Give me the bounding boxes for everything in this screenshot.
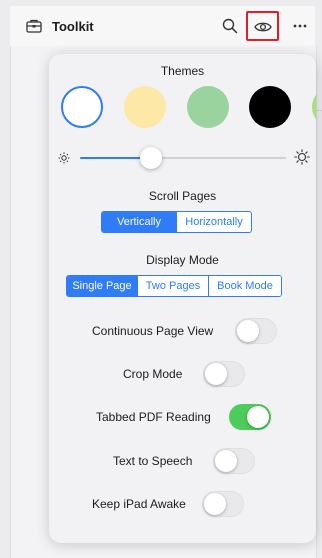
toolbar: Toolkit	[10, 6, 315, 47]
toolkit-label[interactable]: Toolkit	[52, 19, 94, 34]
crop-mode-row: Crop Mode	[49, 359, 316, 389]
brightness-slider-thumb[interactable]	[140, 147, 162, 169]
theme-lime-swatch[interactable]	[312, 86, 316, 128]
more-icon[interactable]	[292, 18, 308, 34]
toggle-knob	[215, 450, 237, 472]
view-settings-popover: Themes Scroll Pages Vertically Horizonta…	[49, 54, 316, 543]
scroll-vertically-option[interactable]: Vertically	[102, 212, 176, 232]
toggle-knob	[205, 363, 227, 385]
display-mode-control: Single Page Two Pages Book Mode	[66, 275, 282, 297]
crop-mode-toggle[interactable]	[203, 361, 245, 387]
tabbed-pdf-reading-row: Tabbed PDF Reading	[49, 402, 316, 432]
tabbed-pdf-reading-toggle[interactable]	[229, 404, 271, 430]
scroll-pages-control: Vertically Horizontally	[101, 211, 252, 233]
text-to-speech-label: Text to Speech	[113, 454, 193, 468]
theme-black-swatch[interactable]	[249, 86, 291, 128]
display-mode-title: Display Mode	[146, 253, 219, 267]
view-settings-button[interactable]	[246, 11, 279, 41]
theme-green-swatch[interactable]	[187, 86, 229, 128]
keep-ipad-awake-row: Keep iPad Awake	[49, 489, 316, 519]
toggle-knob	[247, 406, 269, 428]
theme-cream-swatch[interactable]	[124, 86, 166, 128]
keep-ipad-awake-label: Keep iPad Awake	[92, 497, 186, 511]
themes-title: Themes	[160, 64, 205, 78]
eye-icon	[254, 20, 272, 32]
tabbed-pdf-reading-label: Tabbed PDF Reading	[96, 410, 211, 424]
keep-ipad-awake-toggle[interactable]	[202, 491, 244, 517]
toggle-knob	[204, 493, 226, 515]
scroll-pages-title: Scroll Pages	[148, 189, 217, 203]
text-to-speech-toggle[interactable]	[213, 448, 255, 474]
single-page-option[interactable]: Single Page	[67, 276, 137, 296]
continuous-page-view-toggle[interactable]	[235, 318, 277, 344]
text-to-speech-row: Text to Speech	[49, 446, 316, 476]
continuous-page-view-label: Continuous Page View	[92, 324, 214, 338]
brightness-low-icon	[58, 151, 70, 164]
brightness-high-icon	[294, 149, 310, 165]
theme-white-swatch[interactable]	[61, 86, 103, 128]
book-mode-option[interactable]: Book Mode	[208, 276, 281, 296]
continuous-page-view-row: Continuous Page View	[49, 316, 316, 346]
toolkit-icon[interactable]	[26, 18, 42, 34]
two-pages-option[interactable]: Two Pages	[137, 276, 208, 296]
scroll-horizontally-option[interactable]: Horizontally	[176, 212, 251, 232]
toggle-knob	[237, 320, 259, 342]
search-icon[interactable]	[222, 18, 238, 34]
crop-mode-label: Crop Mode	[123, 367, 183, 381]
